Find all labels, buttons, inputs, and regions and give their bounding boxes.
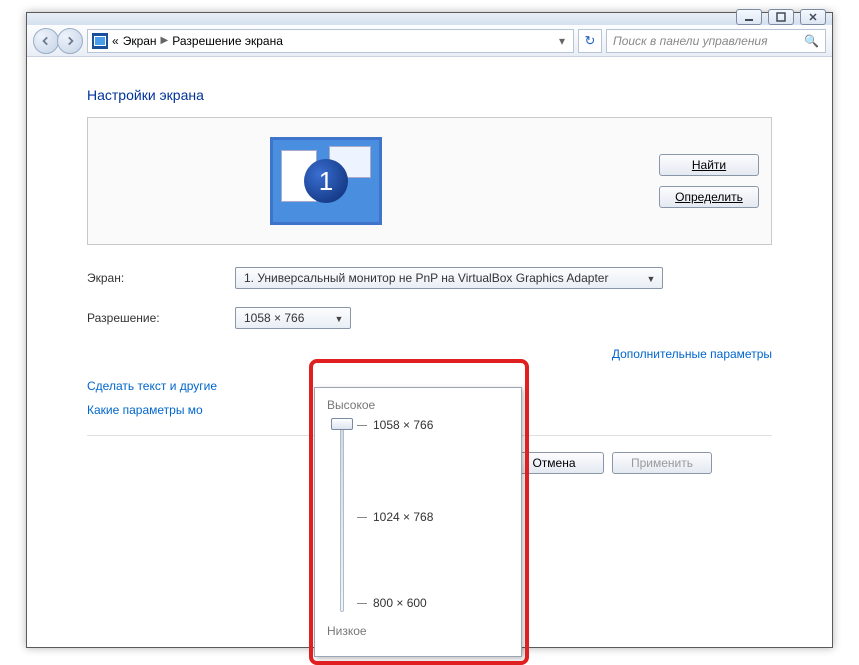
nav-bar: « Экран ▶ Разрешение экрана ▾ ↻ Поиск в … [27,25,832,57]
back-button[interactable] [33,28,59,54]
resolution-slider[interactable] [327,418,357,618]
page-title: Настройки экрана [87,87,772,103]
apply-button: Применить [612,452,712,474]
search-icon[interactable]: 🔍 [804,34,819,48]
close-button[interactable] [800,9,826,25]
resolution-label: Разрешение: [87,311,235,325]
text-size-link[interactable]: Сделать текст и другие [87,379,217,393]
resolution-dropdown[interactable]: 1058 × 766 ▼ [235,307,351,329]
screen-dropdown[interactable]: 1. Универсальный монитор не PnP на Virtu… [235,267,663,289]
breadcrumb-item[interactable]: Экран [123,34,157,48]
find-button[interactable]: Найти [659,154,759,176]
chevron-right-icon: ▶ [161,35,169,46]
refresh-button[interactable]: ↻ [578,29,602,53]
advanced-settings-link[interactable]: Дополнительные параметры [612,347,772,361]
slider-thumb[interactable] [331,418,353,430]
forward-button[interactable] [57,28,83,54]
monitor-thumbnail[interactable]: 1 [270,137,382,225]
resolution-option[interactable]: 800 × 600 [373,596,427,610]
search-placeholder: Поиск в панели управления [613,34,768,48]
detect-button[interactable]: Определить [659,186,759,208]
slider-track [340,422,344,612]
minimize-button[interactable] [736,9,762,25]
control-panel-window: « Экран ▶ Разрешение экрана ▾ ↻ Поиск в … [26,12,833,648]
search-input[interactable]: Поиск в панели управления 🔍 [606,29,826,53]
content-area: Настройки экрана 1 Найти Определить Экра… [27,57,832,474]
resolution-option[interactable]: 1024 × 768 [373,510,433,524]
resolution-slider-popup: Высокое 1058 × 766 1024 × 768 800 × 600 … [314,387,522,657]
maximize-button[interactable] [768,9,794,25]
monitor-preview-panel: 1 Найти Определить [87,117,772,245]
screen-label: Экран: [87,271,235,285]
chevron-down-icon: ▼ [644,272,658,286]
slider-high-label: Высокое [327,398,509,412]
chevron-down-icon: ▼ [332,312,346,326]
which-params-link[interactable]: Какие параметры мо [87,403,203,417]
address-bar[interactable]: « Экран ▶ Разрешение экрана ▾ [87,29,574,53]
monitor-number-badge: 1 [304,159,348,203]
display-icon [92,33,108,49]
breadcrumb-prefix: « [112,34,119,48]
title-bar [27,13,832,25]
address-dropdown[interactable]: ▾ [555,34,569,48]
slider-low-label: Низкое [327,624,509,638]
breadcrumb-item[interactable]: Разрешение экрана [172,34,283,48]
resolution-option[interactable]: 1058 × 766 [373,418,433,432]
